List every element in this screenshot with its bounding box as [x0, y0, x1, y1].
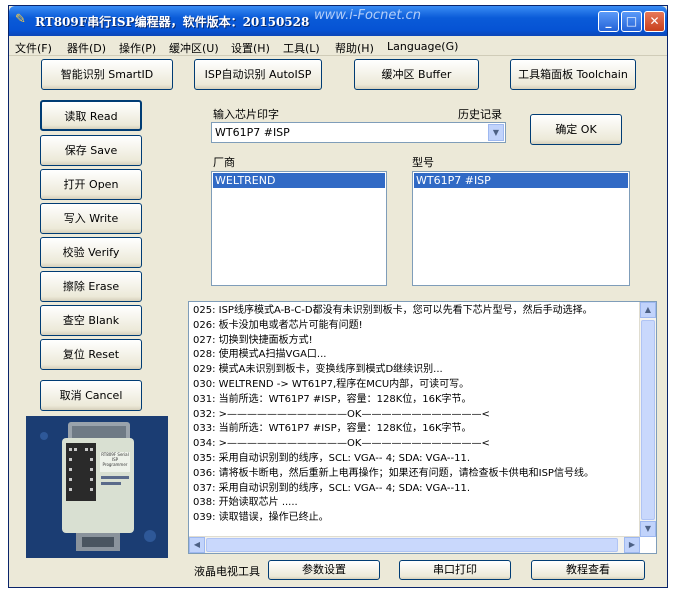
- chip-input-value: WT61P7 #ISP: [215, 126, 290, 139]
- read-button[interactable]: 读取 Read: [40, 100, 142, 131]
- watermark: www.i-Focnet.cn: [314, 8, 421, 23]
- toolchain-label: 工具箱面板 Toolchain: [518, 68, 628, 81]
- device-label: RT809F Serial ISP Programmer: [101, 452, 129, 467]
- log-line: 035: 采用自动识别到的线序，SCL: VGA-- 4; SDA: VGA--…: [193, 452, 471, 464]
- lcd-tools-label: 液晶电视工具: [194, 565, 260, 578]
- model-list-item[interactable]: WT61P7 #ISP: [414, 173, 628, 188]
- params-button[interactable]: 参数设置: [268, 560, 380, 580]
- menu-tools[interactable]: 工具(L): [283, 40, 320, 56]
- params-label: 参数设置: [302, 563, 346, 576]
- toolchain-button[interactable]: 工具箱面板 Toolchain: [510, 59, 636, 90]
- open-button[interactable]: 打开 Open: [40, 169, 142, 200]
- menu-operation[interactable]: 操作(P): [119, 40, 156, 56]
- maximize-button[interactable]: □: [621, 11, 642, 32]
- log-line: 027: 切换到快捷面板方式!: [193, 334, 313, 346]
- log-line: 037: 采用自动识别到的线序，SCL: VGA-- 4; SDA: VGA--…: [193, 482, 471, 494]
- open-label: 打开 Open: [63, 178, 119, 191]
- scroll-right-icon[interactable]: ▶: [624, 537, 640, 553]
- verify-label: 校验 Verify: [62, 246, 120, 259]
- title-bar[interactable]: ✎ RT809F串行ISP编程器，软件版本：20150528 www.i-Foc…: [9, 6, 667, 36]
- write-label: 写入 Write: [63, 212, 119, 225]
- programmer-device-image: RT809F Serial ISP Programmer: [26, 416, 168, 558]
- cancel-label: 取消 Cancel: [59, 389, 123, 402]
- serial-print-label: 串口打印: [433, 563, 477, 576]
- log-line: 039: 读取错误，操作已终止。: [193, 512, 329, 524]
- menu-bar: 文件(F) 器件(D) 操作(P) 缓冲区(U) 设置(H) 工具(L) 帮助(…: [9, 37, 667, 56]
- log-line: 025: ISP线序模式A-B-C-D都没有未识别到板卡，您可以先看下芯片型号，…: [193, 305, 593, 316]
- chip-input-label: 输入芯片印字: [213, 108, 279, 121]
- log-panel[interactable]: 025: ISP线序模式A-B-C-D都没有未识别到板卡，您可以先看下芯片型号，…: [188, 301, 657, 554]
- log-horizontal-scrollbar[interactable]: ◀ ▶: [189, 536, 640, 553]
- menu-settings[interactable]: 设置(H): [231, 40, 270, 56]
- buffer-label: 缓冲区 Buffer: [381, 68, 452, 81]
- scroll-up-icon[interactable]: ▲: [640, 302, 656, 318]
- log-horizontal-thumb[interactable]: [206, 538, 618, 552]
- read-label: 读取 Read: [64, 110, 118, 123]
- log-line: 028: 使用模式A扫描VGA口...: [193, 349, 327, 361]
- log-line: 033: 当前所选：WT61P7 #ISP，容量：128K位，16K字节。: [193, 423, 472, 435]
- save-label: 保存 Save: [64, 144, 118, 157]
- history-label: 历史记录: [458, 108, 502, 121]
- menu-help[interactable]: 帮助(H): [335, 40, 374, 56]
- buffer-button[interactable]: 缓冲区 Buffer: [354, 59, 479, 90]
- scroll-down-icon[interactable]: ▼: [640, 521, 656, 537]
- verify-button[interactable]: 校验 Verify: [40, 237, 142, 268]
- window-title: RT809F串行ISP编程器，软件版本：20150528: [35, 15, 310, 29]
- model-list[interactable]: WT61P7 #ISP: [412, 171, 630, 286]
- main-window: ✎ RT809F串行ISP编程器，软件版本：20150528 www.i-Foc…: [8, 5, 668, 588]
- chip-input[interactable]: WT61P7 #ISP ▼: [211, 122, 506, 143]
- app-icon: ✎: [15, 12, 26, 27]
- reset-button[interactable]: 复位 Reset: [40, 339, 142, 370]
- smartid-label: 智能识别 SmartID: [60, 68, 154, 81]
- programmer-device-illustration: [26, 416, 168, 558]
- blank-button[interactable]: 查空 Blank: [40, 305, 142, 336]
- tutorial-button[interactable]: 教程查看: [531, 560, 645, 580]
- vendor-list[interactable]: WELTREND: [211, 171, 387, 286]
- log-line: 036: 请将板卡断电，然后重新上电再操作；如果还有问题，请检查板卡供电和ISP…: [193, 467, 594, 479]
- menu-file[interactable]: 文件(F): [15, 40, 52, 56]
- erase-label: 擦除 Erase: [62, 280, 120, 293]
- minimize-button[interactable]: _: [598, 11, 619, 32]
- smartid-button[interactable]: 智能识别 SmartID: [41, 59, 173, 90]
- blank-label: 查空 Blank: [62, 314, 120, 327]
- serial-print-button[interactable]: 串口打印: [399, 560, 511, 580]
- log-line: 029: 模式A未识别到板卡，变换线序到模式D继续识别...: [193, 364, 443, 376]
- save-button[interactable]: 保存 Save: [40, 135, 142, 166]
- log-line: 031: 当前所选：WT61P7 #ISP，容量：128K位，16K字节。: [193, 393, 472, 405]
- cancel-button[interactable]: 取消 Cancel: [40, 380, 142, 411]
- log-lines: 025: ISP线序模式A-B-C-D都没有未识别到板卡，您可以先看下芯片型号，…: [193, 304, 638, 526]
- vendor-list-item[interactable]: WELTREND: [213, 173, 385, 188]
- log-line: 038: 开始读取芯片 .....: [193, 497, 298, 509]
- log-line: 026: 板卡没加电或者芯片可能有问题!: [193, 319, 363, 331]
- erase-button[interactable]: 擦除 Erase: [40, 271, 142, 302]
- autoisp-label: ISP自动识别 AutoISP: [204, 68, 312, 81]
- tutorial-label: 教程查看: [566, 563, 610, 576]
- ok-button[interactable]: 确定 OK: [530, 114, 622, 145]
- scroll-left-icon[interactable]: ◀: [189, 537, 205, 553]
- log-vertical-scrollbar[interactable]: ▲ ▼: [639, 302, 656, 537]
- vendor-label: 厂商: [213, 156, 235, 169]
- ok-label: 确定 OK: [555, 123, 597, 136]
- bottom-toolbar: 液晶电视工具 参数设置 串口打印 教程查看: [188, 558, 657, 582]
- log-line: 030: WELTREND -> WT61P7,程序在MCU内部，可读可写。: [193, 378, 470, 390]
- menu-buffer[interactable]: 缓冲区(U): [169, 40, 219, 56]
- write-button[interactable]: 写入 Write: [40, 203, 142, 234]
- history-dropdown-icon[interactable]: ▼: [488, 124, 504, 141]
- log-line: 032: >————————————OK————————————<: [193, 408, 490, 420]
- menu-language[interactable]: Language(G): [387, 40, 458, 53]
- close-button[interactable]: ✕: [644, 11, 665, 32]
- model-label: 型号: [412, 156, 434, 169]
- autoisp-button[interactable]: ISP自动识别 AutoISP: [194, 59, 322, 90]
- log-vertical-thumb[interactable]: [641, 320, 655, 520]
- reset-label: 复位 Reset: [62, 348, 120, 361]
- log-line: 034: >————————————OK————————————<: [193, 438, 490, 450]
- menu-device[interactable]: 器件(D): [67, 40, 106, 56]
